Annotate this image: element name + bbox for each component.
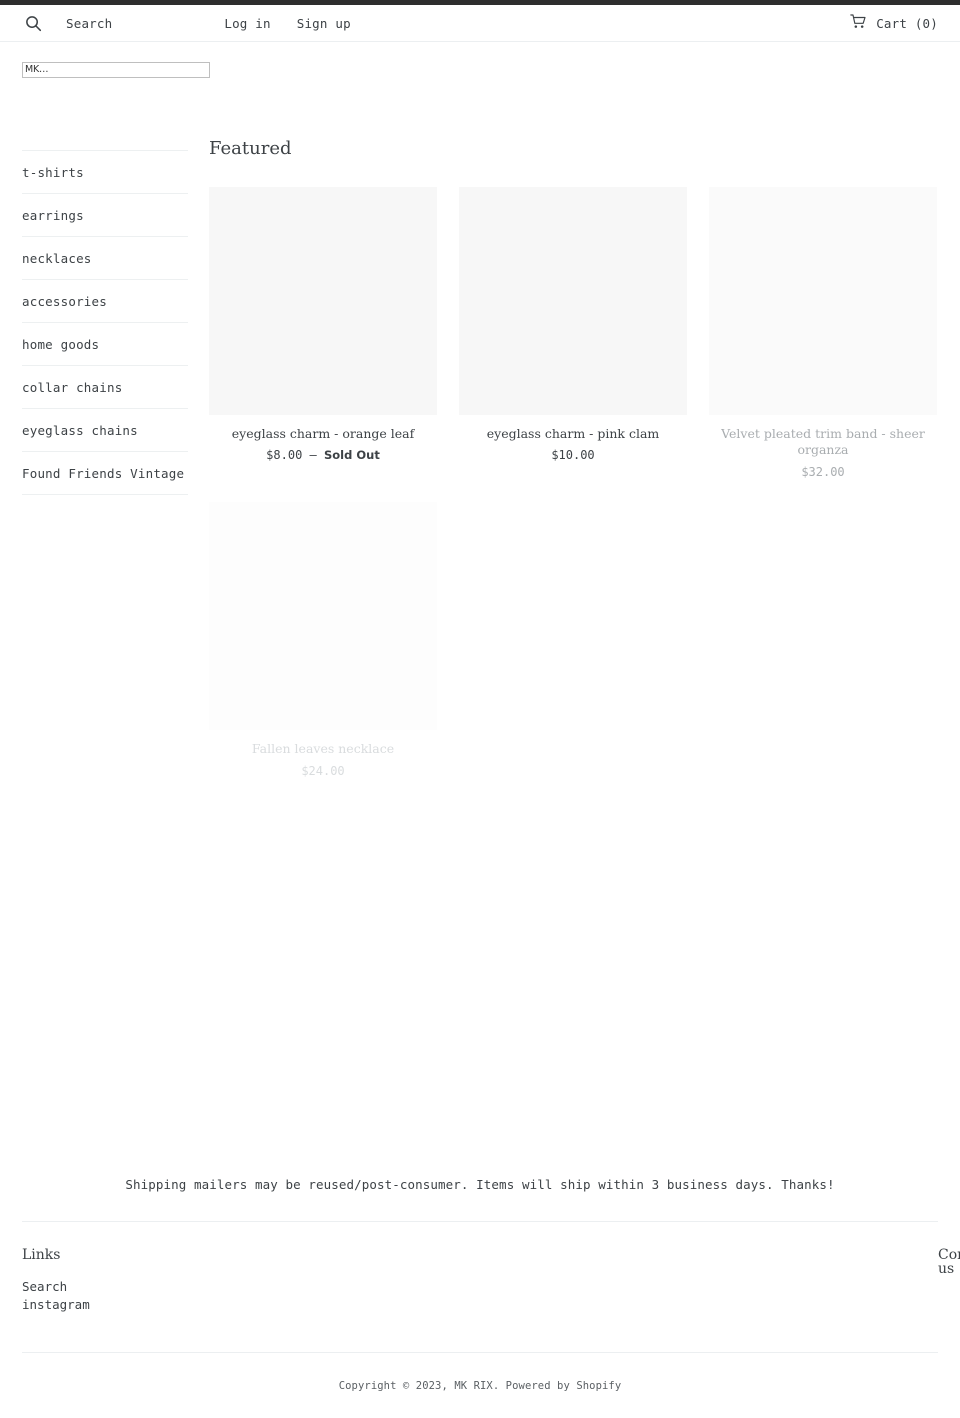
sidebar-item-t-shirts[interactable]: t-shirts	[22, 150, 188, 194]
sidebar-item-label: Found Friends Vintage	[22, 466, 185, 481]
sidebar-item-label: home goods	[22, 337, 100, 352]
product-price: $24.00	[301, 763, 345, 778]
nav-search-link[interactable]: Search	[66, 16, 112, 31]
footer-link-search[interactable]: Search	[22, 1278, 469, 1296]
footer-divider-top	[22, 1221, 938, 1222]
product-title: Velvet pleated trim band - sheer organza	[721, 426, 925, 458]
shipping-note: Shipping mailers may be reused/post-cons…	[125, 1177, 835, 1192]
product-title: eyeglass charm - orange leaf	[231, 426, 415, 441]
product-card[interactable]: eyeglass charm - orange leaf $8.00 — Sol…	[209, 187, 437, 480]
product-image-placeholder	[709, 187, 937, 415]
main-content: Featured eyeglass charm - orange leaf $8…	[209, 140, 938, 801]
status-badge: Sold Out	[324, 448, 380, 463]
footer-contact-column: Contact us	[938, 1247, 960, 1277]
product-image-placeholder	[209, 187, 437, 415]
product-price: $32.00	[801, 464, 845, 479]
sidebar-item-home-goods[interactable]: home goods	[22, 323, 188, 366]
shopping-cart-icon	[850, 13, 867, 33]
sidebar-item-label: collar chains	[22, 380, 123, 395]
platform-link[interactable]: Shopify	[576, 1380, 621, 1392]
product-price: $8.00	[266, 448, 303, 463]
sidebar-item-label: earrings	[22, 208, 84, 223]
cart-button[interactable]: Cart (0)	[850, 5, 938, 41]
sidebar-item-earrings[interactable]: earrings	[22, 194, 188, 237]
product-image-placeholder	[459, 187, 687, 415]
copyright-prefix: Copyright © 2023,	[338, 1380, 455, 1392]
sidebar-item-label: accessories	[22, 294, 107, 309]
product-image-placeholder	[209, 502, 437, 731]
nav-login-link[interactable]: Log in	[224, 16, 270, 31]
footer-columns: Links Search instagram Contact us	[22, 1247, 960, 1314]
copyright-middle: . Powered by	[492, 1380, 577, 1392]
page-title: Featured	[209, 138, 292, 159]
cart-label: Cart (0)	[876, 15, 938, 31]
product-title: eyeglass charm - pink clam	[486, 426, 660, 441]
top-navigation-bar: Search Log in Sign up Cart (0)	[0, 5, 960, 42]
sidebar-nav: t-shirts earrings necklaces accessories …	[22, 150, 188, 495]
product-price-row: $8.00 — Sold Out	[209, 447, 437, 464]
nav-signup-link[interactable]: Sign up	[297, 16, 351, 31]
sidebar-item-label: t-shirts	[22, 165, 84, 180]
broken-image-placeholder: MK…	[22, 62, 210, 78]
shop-name-link[interactable]: MK RIX	[454, 1380, 493, 1392]
search-icon[interactable]	[22, 12, 44, 34]
sidebar-item-necklaces[interactable]: necklaces	[22, 237, 188, 280]
logo-alt-text: MK…	[25, 64, 49, 76]
product-card[interactable]: Velvet pleated trim band - sheer organza…	[709, 187, 937, 480]
product-grid: eyeglass charm - orange leaf $8.00 — Sol…	[209, 187, 938, 801]
product-title: Fallen leaves necklace	[251, 741, 395, 757]
site-logo[interactable]: MK…	[22, 62, 210, 78]
sidebar-item-found-friends-vintage[interactable]: Found Friends Vintage	[22, 452, 188, 495]
footer-divider-bottom	[22, 1352, 938, 1353]
footer-links-heading: Links	[22, 1247, 61, 1263]
sidebar-item-accessories[interactable]: accessories	[22, 280, 188, 323]
price-separator: —	[309, 448, 317, 463]
sidebar-item-label: eyeglass chains	[22, 423, 138, 438]
product-price-row: $10.00	[459, 447, 687, 464]
product-card[interactable]: eyeglass charm - pink clam $10.00	[459, 187, 687, 480]
product-card[interactable]: Fallen leaves necklace $24.00	[209, 502, 437, 779]
sidebar-item-eyeglass-chains[interactable]: eyeglass chains	[22, 409, 188, 452]
nav-left-group: Search Log in Sign up	[22, 5, 351, 41]
product-price-row: $24.00	[209, 763, 437, 780]
product-price: $10.00	[551, 448, 595, 463]
product-price-row: $32.00	[709, 464, 937, 481]
footer-link-instagram[interactable]: instagram	[22, 1296, 469, 1314]
sidebar-item-label: necklaces	[22, 251, 92, 266]
copyright-line: Copyright © 2023, MK RIX. Powered by Sho…	[0, 1380, 960, 1392]
footer-links-column: Links Search instagram	[22, 1248, 469, 1314]
sidebar-item-collar-chains[interactable]: collar chains	[22, 366, 188, 409]
